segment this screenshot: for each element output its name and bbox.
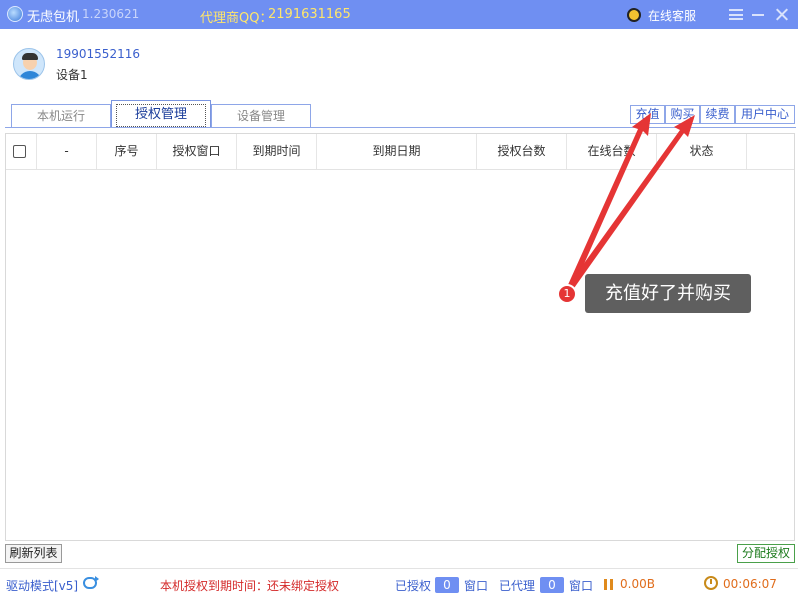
renew-button[interactable]: 续费 bbox=[700, 105, 735, 124]
column-header-status: 状态 bbox=[657, 134, 747, 169]
title-bar: 无虑包机 1.230621 代理商QQ： 2191631165 在线客服 bbox=[0, 0, 798, 29]
uptime-value: 00:06:07 bbox=[723, 577, 777, 591]
proxy-count-badge: 0 bbox=[540, 577, 564, 593]
select-all-checkbox[interactable] bbox=[6, 134, 37, 169]
user-phone: 19901552116 bbox=[56, 47, 140, 61]
column-header-expire-date: 到期日期 bbox=[317, 134, 477, 169]
device-name: 设备1 bbox=[56, 68, 88, 82]
column-header-auth-count: 授权台数 bbox=[477, 134, 567, 169]
status-bar: 驱动模式[v5] 本机授权到期时间： 还未绑定授权 已授权 0 窗口 已代理 0… bbox=[0, 568, 798, 598]
assign-auth-button[interactable]: 分配授权 bbox=[737, 544, 795, 563]
annotation-callout: 充值好了并购买 bbox=[585, 274, 751, 313]
app-logo-icon bbox=[7, 6, 23, 22]
close-icon[interactable] bbox=[774, 6, 790, 22]
tab-auth-management[interactable]: 授权管理 bbox=[111, 100, 211, 128]
table-header: - 序号 授权窗口 到期时间 到期日期 授权台数 在线台数 状态 bbox=[6, 134, 794, 170]
column-header-expire-time: 到期时间 bbox=[237, 134, 317, 169]
clock-icon bbox=[704, 576, 718, 590]
proxy-window-label: 窗口 bbox=[569, 579, 594, 593]
proxy-label: 已代理 bbox=[499, 579, 536, 593]
column-header-seq: 序号 bbox=[97, 134, 157, 169]
switch-mode-icon[interactable] bbox=[83, 576, 99, 589]
app-version: 1.230621 bbox=[82, 7, 140, 21]
drive-mode-label[interactable]: 驱动模式[v5] bbox=[6, 577, 78, 594]
online-service-link[interactable]: 在线客服 bbox=[648, 7, 696, 24]
traffic-value: 0.00B bbox=[620, 577, 655, 591]
buy-button[interactable]: 购买 bbox=[665, 105, 700, 124]
column-header-online-count: 在线台数 bbox=[567, 134, 657, 169]
expire-value: 还未绑定授权 bbox=[267, 579, 340, 593]
tab-device-management[interactable]: 设备管理 bbox=[211, 104, 311, 128]
minimize-icon[interactable] bbox=[752, 14, 764, 16]
authorized-window-label: 窗口 bbox=[464, 579, 489, 593]
tab-divider bbox=[5, 127, 796, 128]
user-center-button[interactable]: 用户中心 bbox=[735, 105, 795, 124]
menu-icon[interactable] bbox=[729, 9, 743, 20]
agent-qq-number: 2191631165 bbox=[268, 7, 351, 22]
expire-label: 本机授权到期时间： bbox=[160, 579, 269, 593]
headset-icon[interactable] bbox=[627, 8, 641, 22]
tab-local-run[interactable]: 本机运行 bbox=[11, 104, 111, 128]
authorized-count-badge: 0 bbox=[435, 577, 459, 593]
column-header-auth-window: 授权窗口 bbox=[157, 134, 237, 169]
authorized-label: 已授权 bbox=[395, 579, 432, 593]
agent-qq-label: 代理商QQ： bbox=[200, 11, 273, 26]
auth-table: - 序号 授权窗口 到期时间 到期日期 授权台数 在线台数 状态 bbox=[5, 133, 795, 541]
refresh-list-button[interactable]: 刷新列表 bbox=[5, 544, 62, 563]
traffic-icon bbox=[603, 577, 617, 591]
annotation-number-badge: 1 bbox=[557, 284, 577, 304]
app-name: 无虑包机 bbox=[27, 10, 80, 25]
column-header-dash: - bbox=[37, 134, 97, 169]
recharge-button[interactable]: 充值 bbox=[630, 105, 665, 124]
avatar bbox=[13, 48, 45, 80]
